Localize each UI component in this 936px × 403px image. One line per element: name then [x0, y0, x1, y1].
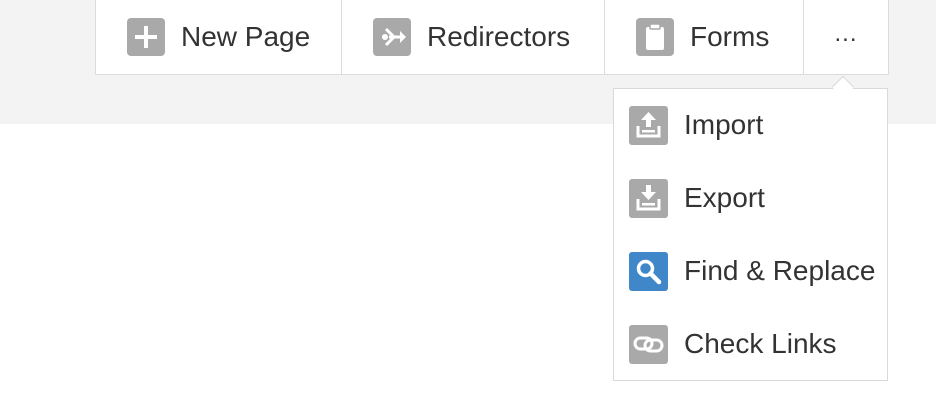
check-links-label: Check Links: [684, 328, 837, 359]
magnifier-icon: [629, 251, 668, 291]
export-label: Export: [684, 182, 765, 213]
page-toolbar: New Page Redirectors Forms ...: [95, 0, 889, 75]
import-label: Import: [684, 109, 764, 140]
clipboard-icon: [636, 18, 674, 56]
find-replace-menu-item[interactable]: Find & Replace: [629, 251, 884, 291]
more-label: ...: [834, 20, 858, 47]
forms-label: Forms: [690, 21, 770, 52]
redirectors-label: Redirectors: [427, 21, 571, 52]
export-menu-item[interactable]: Export: [629, 178, 884, 218]
import-icon: [629, 105, 668, 145]
find-replace-label: Find & Replace: [684, 255, 876, 286]
link-icon: [629, 324, 668, 364]
export-icon: [629, 178, 668, 218]
plus-icon: [127, 18, 165, 56]
new-page-label: New Page: [181, 21, 311, 52]
check-links-menu-item[interactable]: Check Links: [629, 324, 884, 364]
import-menu-item[interactable]: Import: [629, 105, 884, 145]
more-options-button[interactable]: ...: [804, 0, 888, 74]
redirect-icon: [373, 18, 411, 56]
more-options-menu: Import Export Find & Replace Check Links: [613, 88, 888, 381]
new-page-button[interactable]: New Page: [96, 0, 342, 74]
redirectors-button[interactable]: Redirectors: [342, 0, 605, 74]
forms-button[interactable]: Forms: [605, 0, 804, 74]
